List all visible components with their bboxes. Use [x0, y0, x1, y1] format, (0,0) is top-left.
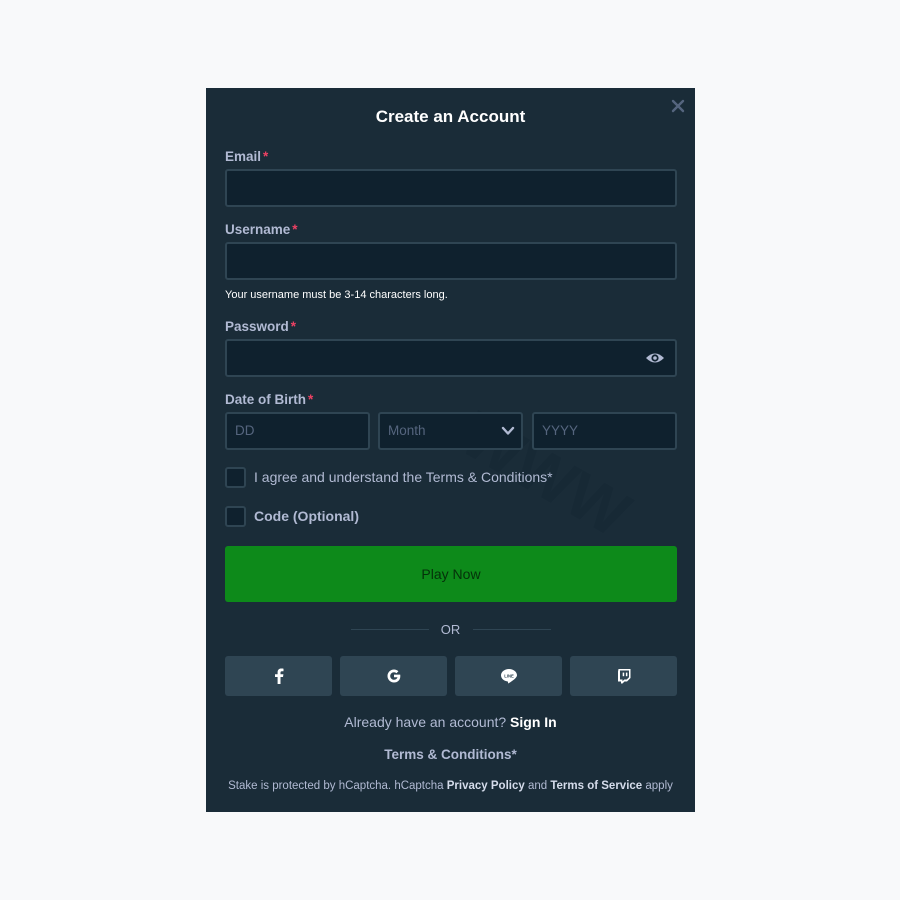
captcha-suffix: apply [645, 780, 673, 792]
modal-title: Create an Account [375, 107, 526, 126]
required-marker: * [263, 149, 269, 164]
svg-text:LINE: LINE [504, 673, 514, 678]
google-icon [387, 669, 400, 683]
signin-link[interactable]: Sign In [510, 714, 557, 730]
terms-link[interactable]: Terms & Conditions* [206, 747, 695, 762]
twitch-icon [617, 669, 630, 684]
google-button[interactable] [340, 656, 447, 696]
dob-month-placeholder: Month [388, 423, 426, 438]
terms-checkbox[interactable] [225, 467, 246, 488]
or-divider-label: OR [440, 622, 461, 637]
username-input[interactable] [225, 242, 677, 280]
eye-icon[interactable] [645, 350, 665, 366]
captcha-and: and [527, 780, 548, 792]
dob-year-input[interactable]: YYYY [532, 412, 677, 450]
dob-label: Date of Birth * [225, 392, 314, 407]
required-marker: * [292, 222, 298, 237]
close-icon[interactable] [670, 98, 686, 114]
facebook-button[interactable] [225, 656, 332, 696]
password-input[interactable] [225, 339, 677, 377]
signin-prompt: Already have an account? [344, 714, 507, 730]
privacy-policy-link[interactable]: Privacy Policy [447, 780, 525, 792]
chevron-down-icon [501, 426, 515, 435]
required-marker: * [308, 392, 314, 407]
email-input[interactable] [225, 169, 677, 207]
terms-of-service-link[interactable]: Terms of Service [550, 780, 642, 792]
username-hint: Your username must be 3-14 characters lo… [225, 289, 448, 301]
captcha-notice: Stake is protected by hCaptcha. hCaptcha… [206, 780, 695, 792]
password-label: Password * [225, 319, 297, 334]
divider-line-right [473, 629, 551, 630]
dob-month-select[interactable]: Month [378, 412, 523, 450]
line-button[interactable]: LINE [455, 656, 562, 696]
facebook-icon [274, 668, 283, 684]
username-label: Username * [225, 222, 298, 237]
dob-day-input[interactable]: DD [225, 412, 370, 450]
email-label: Email * [225, 149, 269, 164]
twitch-button[interactable] [570, 656, 677, 696]
captcha-prefix: Stake is protected by hCaptcha. hCaptcha [228, 780, 444, 792]
play-now-button[interactable]: Play Now [225, 546, 677, 602]
create-account-modal: WWW Create an Account Email * Username * Y… [206, 88, 695, 812]
code-checkbox-label[interactable]: Code (Optional) [254, 508, 359, 524]
terms-checkbox-label[interactable]: I agree and understand the Terms & Condi… [254, 469, 553, 485]
required-marker: * [290, 319, 297, 334]
signin-row: Already have an account? Sign In [206, 714, 695, 730]
line-icon: LINE [500, 669, 517, 684]
code-checkbox[interactable] [225, 506, 246, 527]
